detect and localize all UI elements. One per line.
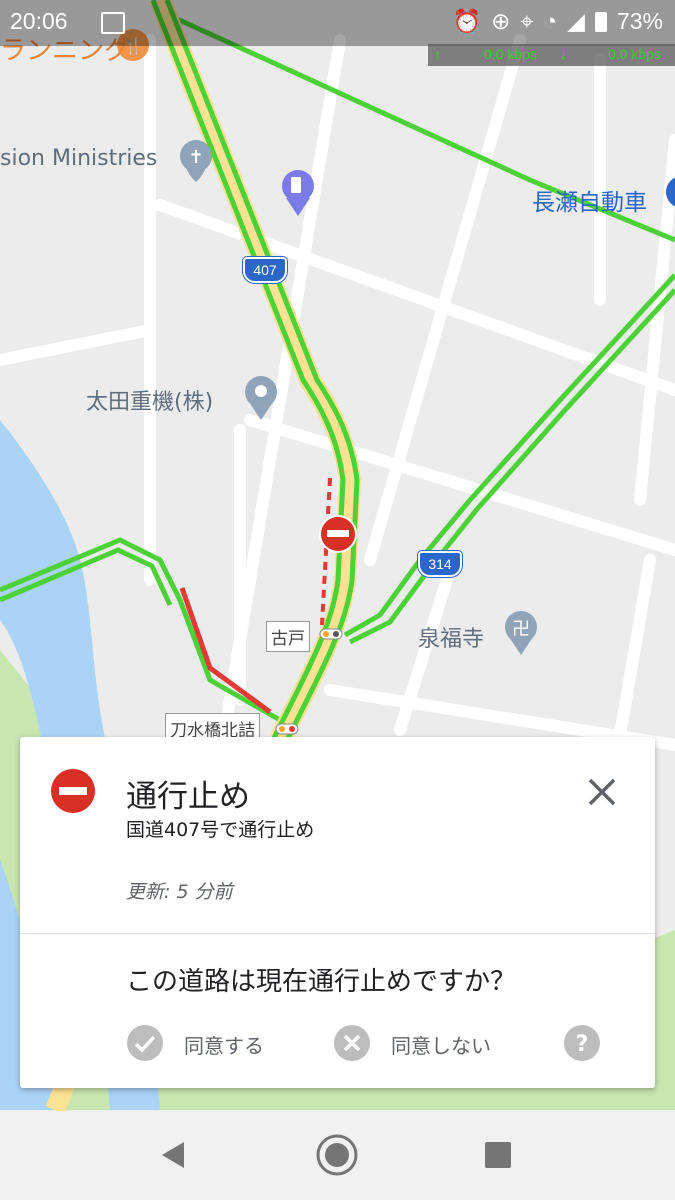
close-button[interactable]: [580, 770, 624, 814]
data-saver-icon: ⊕: [491, 8, 511, 34]
disagree-button[interactable]: 同意しない: [333, 1022, 523, 1064]
traffic-light-icon: [275, 723, 299, 735]
map-label-dealer[interactable]: 長瀬自動車: [532, 183, 647, 217]
card-divider: [20, 933, 655, 934]
location-icon: ⌖: [520, 8, 534, 34]
svg-text:卍: 卍: [512, 619, 530, 640]
network-speed-bar: ↑ 0.0 kbps ↓ 0.0 kbps: [428, 44, 675, 66]
disagree-label: 同意しない: [391, 1034, 491, 1058]
battery-icon: [594, 11, 607, 32]
signal-icon: ◢: [567, 8, 585, 34]
map-label-temple[interactable]: 泉福寺: [418, 621, 484, 653]
updated-time: 更新: 5 分前: [126, 881, 233, 903]
close-icon: [588, 778, 616, 806]
check-circle-icon: [127, 1025, 163, 1061]
x-circle-icon: [334, 1025, 370, 1061]
card-title: 通行止め: [126, 779, 250, 815]
svg-text:✝: ✝: [188, 147, 203, 168]
upload-arrow-icon: ↑: [434, 46, 441, 62]
status-bar: 20:06 ⏰ ⊕ ⌖ ◔ ◢ 73%: [0, 0, 675, 46]
alarm-icon: ⏰: [452, 8, 482, 34]
download-arrow-icon: ↓: [560, 46, 567, 62]
traffic-light-icon: [319, 628, 343, 640]
route-shield-314: 314: [418, 551, 462, 577]
map-label-church[interactable]: sion Ministries: [0, 146, 157, 171]
card-subtitle: 国道407号で通行止め: [126, 819, 315, 841]
back-icon[interactable]: [158, 1139, 190, 1171]
map-label-stop-kodo[interactable]: 古戸: [266, 621, 310, 652]
agree-label: 同意する: [184, 1034, 264, 1058]
image-icon: [101, 12, 125, 34]
status-time: 20:06: [10, 8, 68, 34]
no-entry-icon: [51, 769, 95, 813]
map-label-company[interactable]: 太田重機(株): [86, 384, 213, 416]
svg-text:?: ?: [576, 1032, 589, 1057]
download-speed: 0.0 kbps: [608, 46, 661, 62]
closure-question: この道路は現在通行止めですか？: [126, 967, 517, 997]
wifi-icon: ◔: [543, 8, 558, 34]
closure-marker[interactable]: [319, 515, 357, 553]
help-button[interactable]: ?: [563, 1024, 601, 1062]
road-closure-card[interactable]: 通行止め 国道407号で通行止め 更新: 5 分前 この道路は現在通行止めですか…: [20, 737, 655, 1088]
battery-level: 73%: [616, 8, 663, 34]
help-circle-icon: ?: [564, 1025, 600, 1061]
status-icons: ⏰ ⊕ ⌖ ◔ ◢ 73%: [452, 8, 663, 35]
navigation-bar: [0, 1111, 675, 1200]
agree-button[interactable]: 同意する: [126, 1022, 296, 1064]
route-shield-407: 407: [243, 257, 287, 283]
upload-speed: 0.0 kbps: [484, 46, 537, 62]
home-icon[interactable]: [316, 1134, 358, 1176]
recents-icon[interactable]: [484, 1141, 512, 1169]
